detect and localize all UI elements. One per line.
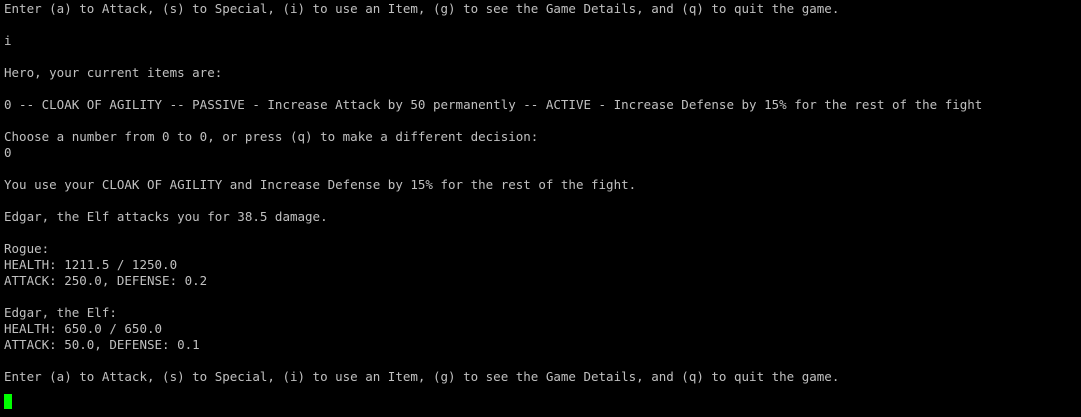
user-input-line: i [4,33,12,48]
player-stats-line: ATTACK: 250.0, DEFENSE: 0.2 [4,273,208,288]
prompt-line: Enter (a) to Attack, (s) to Special, (i)… [4,1,840,16]
enemy-attack-message: Edgar, the Elf attacks you for 38.5 dama… [4,209,328,224]
enemy-stats-line: ATTACK: 50.0, DEFENSE: 0.1 [4,337,200,352]
enemy-health-line: HEALTH: 650.0 / 650.0 [4,321,163,336]
player-name-line: Rogue: [4,241,50,256]
prompt-line: Enter (a) to Attack, (s) to Special, (i)… [4,369,840,384]
choose-prompt-line: Choose a number from 0 to 0, or press (q… [4,129,539,144]
item-used-message: You use your CLOAK OF AGILITY and Increa… [4,177,637,192]
enemy-name-line: Edgar, the Elf: [4,305,117,320]
item-entry-line: 0 -- CLOAK OF AGILITY -- PASSIVE - Incre… [4,97,983,112]
input-line[interactable] [4,394,1081,410]
items-header-line: Hero, your current items are: [4,65,223,80]
player-health-line: HEALTH: 1211.5 / 1250.0 [4,257,178,272]
terminal-window[interactable]: Enter (a) to Attack, (s) to Special, (i)… [0,0,1081,417]
user-input-line: 0 [4,145,12,160]
text-cursor [4,394,12,409]
